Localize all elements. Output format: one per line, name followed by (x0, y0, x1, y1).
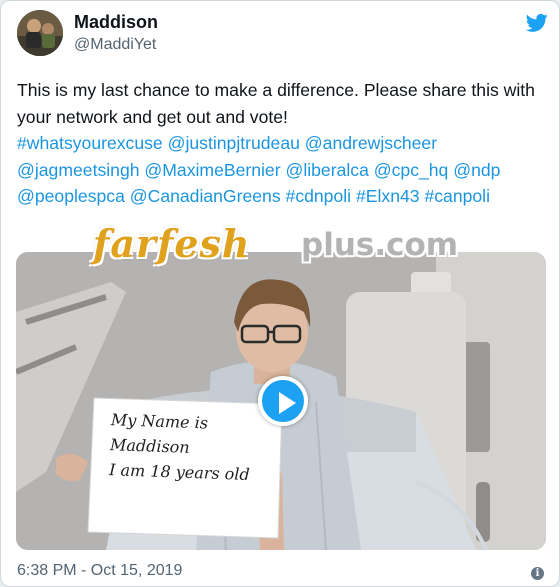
tweet-body: This is my last chance to make a differe… (17, 80, 535, 127)
mention-link[interactable]: @justinpjtrudeau (168, 133, 300, 153)
mention-link[interactable]: @ndp (453, 160, 500, 180)
tweet-text: This is my last chance to make a differe… (17, 77, 551, 210)
tweet-card: Maddison @MaddiYet This is my last chanc… (0, 0, 560, 587)
mention-link[interactable]: @MaximeBernier (144, 160, 280, 180)
mention-link[interactable]: @peoplespca (17, 186, 125, 206)
play-button[interactable] (258, 376, 308, 426)
sign-text: My Name is Maddison I am 18 years old (109, 407, 278, 488)
avatar[interactable] (17, 10, 63, 56)
hashtag-link[interactable]: #cdnpoli (286, 186, 352, 206)
video-media[interactable]: My Name is Maddison I am 18 years old (16, 252, 546, 550)
twitter-bird-icon[interactable] (526, 13, 548, 33)
mention-link[interactable]: @andrewjscheer (305, 133, 437, 153)
author-display-name[interactable]: Maddison (74, 12, 158, 33)
watermark-tail: plus.com (301, 227, 459, 263)
hashtag-link[interactable]: #Elxn43 (356, 186, 420, 206)
watermark-logo: farfesh plus.com (93, 221, 493, 266)
author-handle[interactable]: @MaddiYet (74, 36, 156, 54)
mention-link[interactable]: @liberalca (285, 160, 368, 180)
mention-link[interactable]: @cpc_hq (374, 160, 449, 180)
play-icon (279, 392, 296, 414)
mention-link[interactable]: @jagmeetsingh (17, 160, 140, 180)
hashtag-link[interactable]: #whatsyourexcuse (17, 133, 163, 153)
watermark-main: farfesh (93, 221, 251, 266)
hashtag-link[interactable]: #canpoli (424, 186, 490, 206)
tweet-timestamp[interactable]: 6:38 PM - Oct 15, 2019 (17, 562, 182, 580)
mention-link[interactable]: @CanadianGreens (130, 186, 281, 206)
info-icon[interactable]: i (531, 567, 544, 580)
